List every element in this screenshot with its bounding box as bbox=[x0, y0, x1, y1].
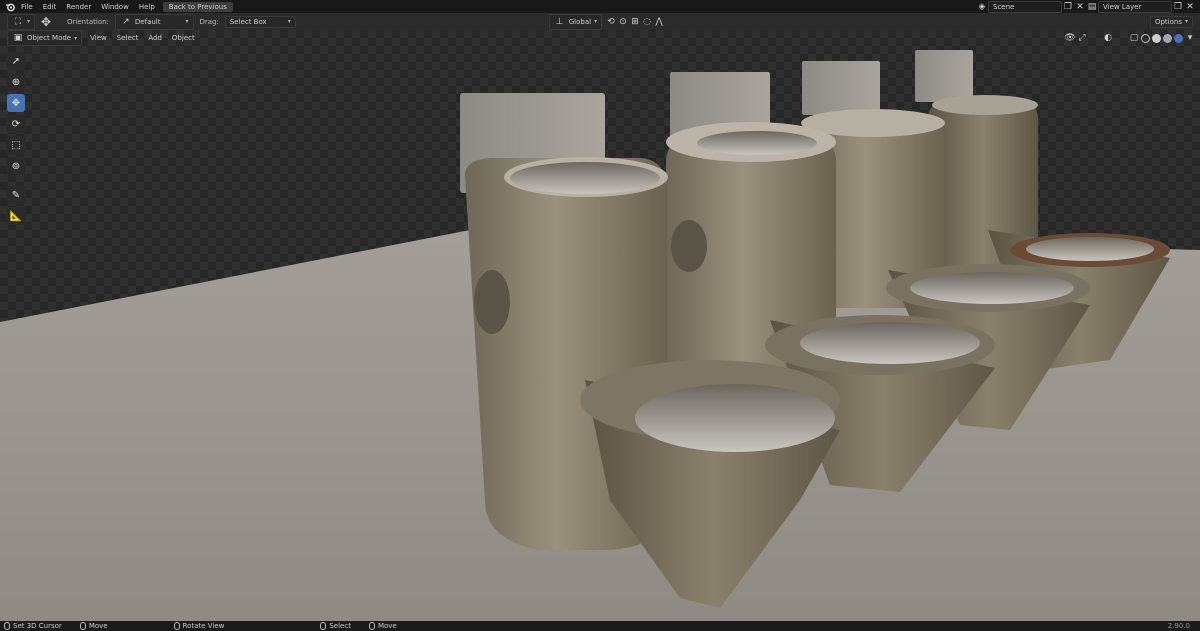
layers-icon[interactable]: ▤ bbox=[1086, 1, 1098, 13]
move-tool-icon[interactable]: ✥ bbox=[7, 94, 25, 112]
drag-label: Drag: bbox=[199, 17, 219, 26]
menu-help[interactable]: Help bbox=[134, 3, 160, 11]
falloff-icon[interactable]: ⋀ bbox=[653, 16, 665, 28]
orientation-icon: ↗ bbox=[122, 16, 130, 27]
status-rotate-view: Rotate View bbox=[173, 622, 225, 630]
editor-type-dropdown[interactable]: ⛶ ▾ bbox=[7, 13, 36, 30]
copy-icon[interactable]: ❐ bbox=[1062, 1, 1074, 13]
status-move-2: Move bbox=[368, 622, 397, 630]
orientation-dropdown[interactable]: ↗ Default ▾ bbox=[114, 13, 194, 30]
close-icon[interactable]: ✕ bbox=[1074, 1, 1086, 13]
cursor-tool-icon[interactable]: ⊕ bbox=[7, 73, 25, 91]
pivot-icon[interactable]: ⟲ bbox=[605, 16, 617, 28]
mouse-icon bbox=[368, 622, 375, 630]
drag-dropdown[interactable]: Select Box ▾ bbox=[224, 15, 296, 28]
orientation-label: Orientation: bbox=[67, 17, 109, 26]
viewport-scene bbox=[0, 30, 1200, 621]
menu-render[interactable]: Render bbox=[61, 3, 96, 11]
menu-edit[interactable]: Edit bbox=[38, 3, 62, 11]
copy-icon[interactable]: ❐ bbox=[1172, 1, 1184, 13]
material-shading-icon[interactable] bbox=[1163, 33, 1172, 43]
status-item-label: Rotate View bbox=[182, 622, 225, 630]
status-move: Move bbox=[79, 622, 108, 630]
options-dropdown[interactable]: Options ▾ bbox=[1149, 15, 1193, 28]
mouse-right-icon bbox=[320, 622, 327, 630]
menu-add[interactable]: Add bbox=[143, 34, 167, 42]
status-item-label: Set 3D Cursor bbox=[13, 622, 62, 630]
proportional-edit-icon[interactable]: ◌ bbox=[641, 16, 653, 28]
tool-shelf: ➚ ⊕ ✥ ⟳ ⬚ ⊚ ✎ 📐 bbox=[7, 52, 27, 225]
orientation-value: Default bbox=[134, 17, 161, 26]
menu-select[interactable]: Select bbox=[112, 34, 144, 42]
scene-field[interactable]: Scene bbox=[988, 0, 1062, 13]
menu-file[interactable]: File bbox=[16, 3, 38, 11]
mouse-left-icon bbox=[4, 622, 10, 630]
version-label: 2.90.0 bbox=[1167, 622, 1190, 630]
visibility-icon[interactable]: 👁 bbox=[1064, 32, 1076, 44]
view-layer-field[interactable]: View Layer bbox=[1098, 0, 1172, 13]
close-icon[interactable]: ✕ bbox=[1184, 1, 1196, 13]
shading-options-icon[interactable]: ▾ bbox=[1184, 32, 1196, 44]
transform-tool-icon[interactable]: ⊚ bbox=[7, 157, 25, 175]
drag-value: Select Box bbox=[229, 17, 267, 26]
move-tool-icon[interactable]: ✥ bbox=[38, 15, 54, 29]
solid-shading-icon[interactable] bbox=[1152, 33, 1161, 43]
wireframe-shading-icon[interactable] bbox=[1141, 33, 1150, 43]
snap-icon[interactable]: ⊙ bbox=[617, 16, 629, 28]
status-item-label: Select bbox=[329, 622, 351, 630]
mode-value: Object Mode bbox=[27, 34, 72, 42]
back-to-previous-button[interactable]: Back to Previous bbox=[162, 1, 233, 12]
menu-object[interactable]: Object bbox=[167, 34, 200, 42]
select-tool-icon[interactable]: ➚ bbox=[7, 52, 25, 70]
overlay-icon[interactable]: ◐ bbox=[1102, 32, 1114, 44]
options-label: Options bbox=[1154, 17, 1182, 26]
blender-logo-icon[interactable] bbox=[4, 1, 16, 13]
mouse-icon bbox=[79, 622, 86, 630]
status-set-cursor: Set 3D Cursor bbox=[4, 622, 62, 630]
measure-tool-icon[interactable]: 📐 bbox=[7, 207, 25, 225]
scene-layer-controls: ◈ Scene ❐ ✕ ▤ View Layer ❐ ✕ bbox=[976, 0, 1200, 13]
xray-icon[interactable]: ▢ bbox=[1128, 32, 1140, 44]
transform-orientation-dropdown[interactable]: ⊥ Global ▾ bbox=[548, 13, 603, 30]
status-item-label: Move bbox=[377, 622, 397, 630]
rotate-tool-icon[interactable]: ⟳ bbox=[7, 115, 25, 133]
scene-icon[interactable]: ◈ bbox=[976, 1, 988, 13]
annotate-tool-icon[interactable]: ✎ bbox=[7, 186, 25, 204]
scale-tool-icon[interactable]: ⬚ bbox=[7, 136, 25, 154]
mouse-middle-icon bbox=[173, 622, 180, 630]
status-select: Select bbox=[320, 622, 351, 630]
viewport-header: ▣ Object Mode ▾ View Select Add Object 👁 ⤢… bbox=[0, 30, 1200, 46]
status-bar: Set 3D Cursor Move Rotate View Select Mo… bbox=[0, 621, 1200, 631]
top-menu-bar: File Edit Render Window Help Back to Pre… bbox=[0, 0, 1200, 13]
snap-target-icon[interactable]: ⊞ bbox=[629, 16, 641, 28]
mode-dropdown[interactable]: ▣ Object Mode ▾ bbox=[7, 30, 83, 46]
object-mode-icon: ▣ bbox=[13, 33, 23, 43]
viewport-icon: ⛶ bbox=[14, 16, 22, 27]
3d-viewport[interactable] bbox=[0, 30, 1200, 621]
menu-view[interactable]: View bbox=[85, 34, 112, 42]
global-axes-icon: ⊥ bbox=[555, 16, 564, 27]
transform-orientation-value: Global bbox=[568, 17, 592, 26]
status-item-label: Move bbox=[88, 622, 108, 630]
gizmo-icon[interactable]: ⤢ bbox=[1076, 32, 1088, 44]
menu-window[interactable]: Window bbox=[96, 3, 134, 11]
tool-settings-header: ⛶ ▾ ✥ Orientation: ↗ Default ▾ Drag: Select… bbox=[0, 13, 1200, 30]
rendered-shading-icon[interactable] bbox=[1174, 33, 1183, 43]
